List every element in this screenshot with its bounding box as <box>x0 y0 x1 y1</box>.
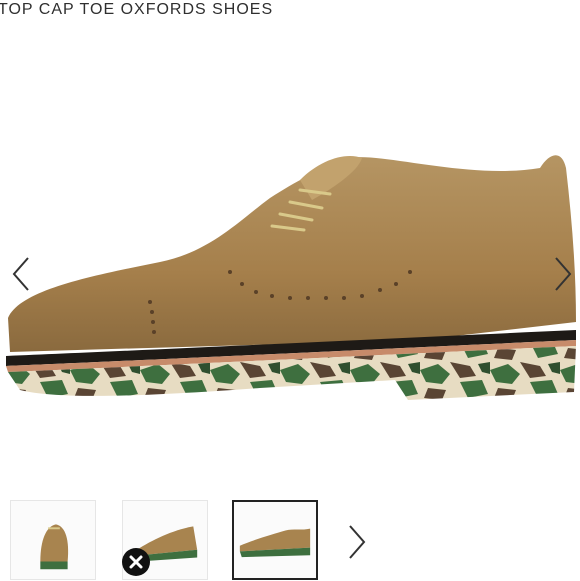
thumbnail-image <box>239 528 311 558</box>
thumbnail-1[interactable] <box>10 500 96 580</box>
close-icon <box>129 555 143 569</box>
chevron-right-icon <box>349 525 366 559</box>
main-product-image <box>0 40 580 470</box>
prev-image-arrow[interactable] <box>6 252 36 296</box>
close-button[interactable] <box>122 548 150 576</box>
chevron-left-icon <box>12 257 29 291</box>
chevron-right-icon <box>555 257 572 291</box>
thumbnail-strip <box>10 500 570 580</box>
product-title: TOP CAP TOE OXFORDS SHOES <box>0 1 274 18</box>
thumbnail-image <box>40 524 69 570</box>
thumbnail-3[interactable] <box>232 500 318 580</box>
thumbnail-next-arrow[interactable] <box>344 522 368 562</box>
next-image-arrow[interactable] <box>548 252 578 296</box>
